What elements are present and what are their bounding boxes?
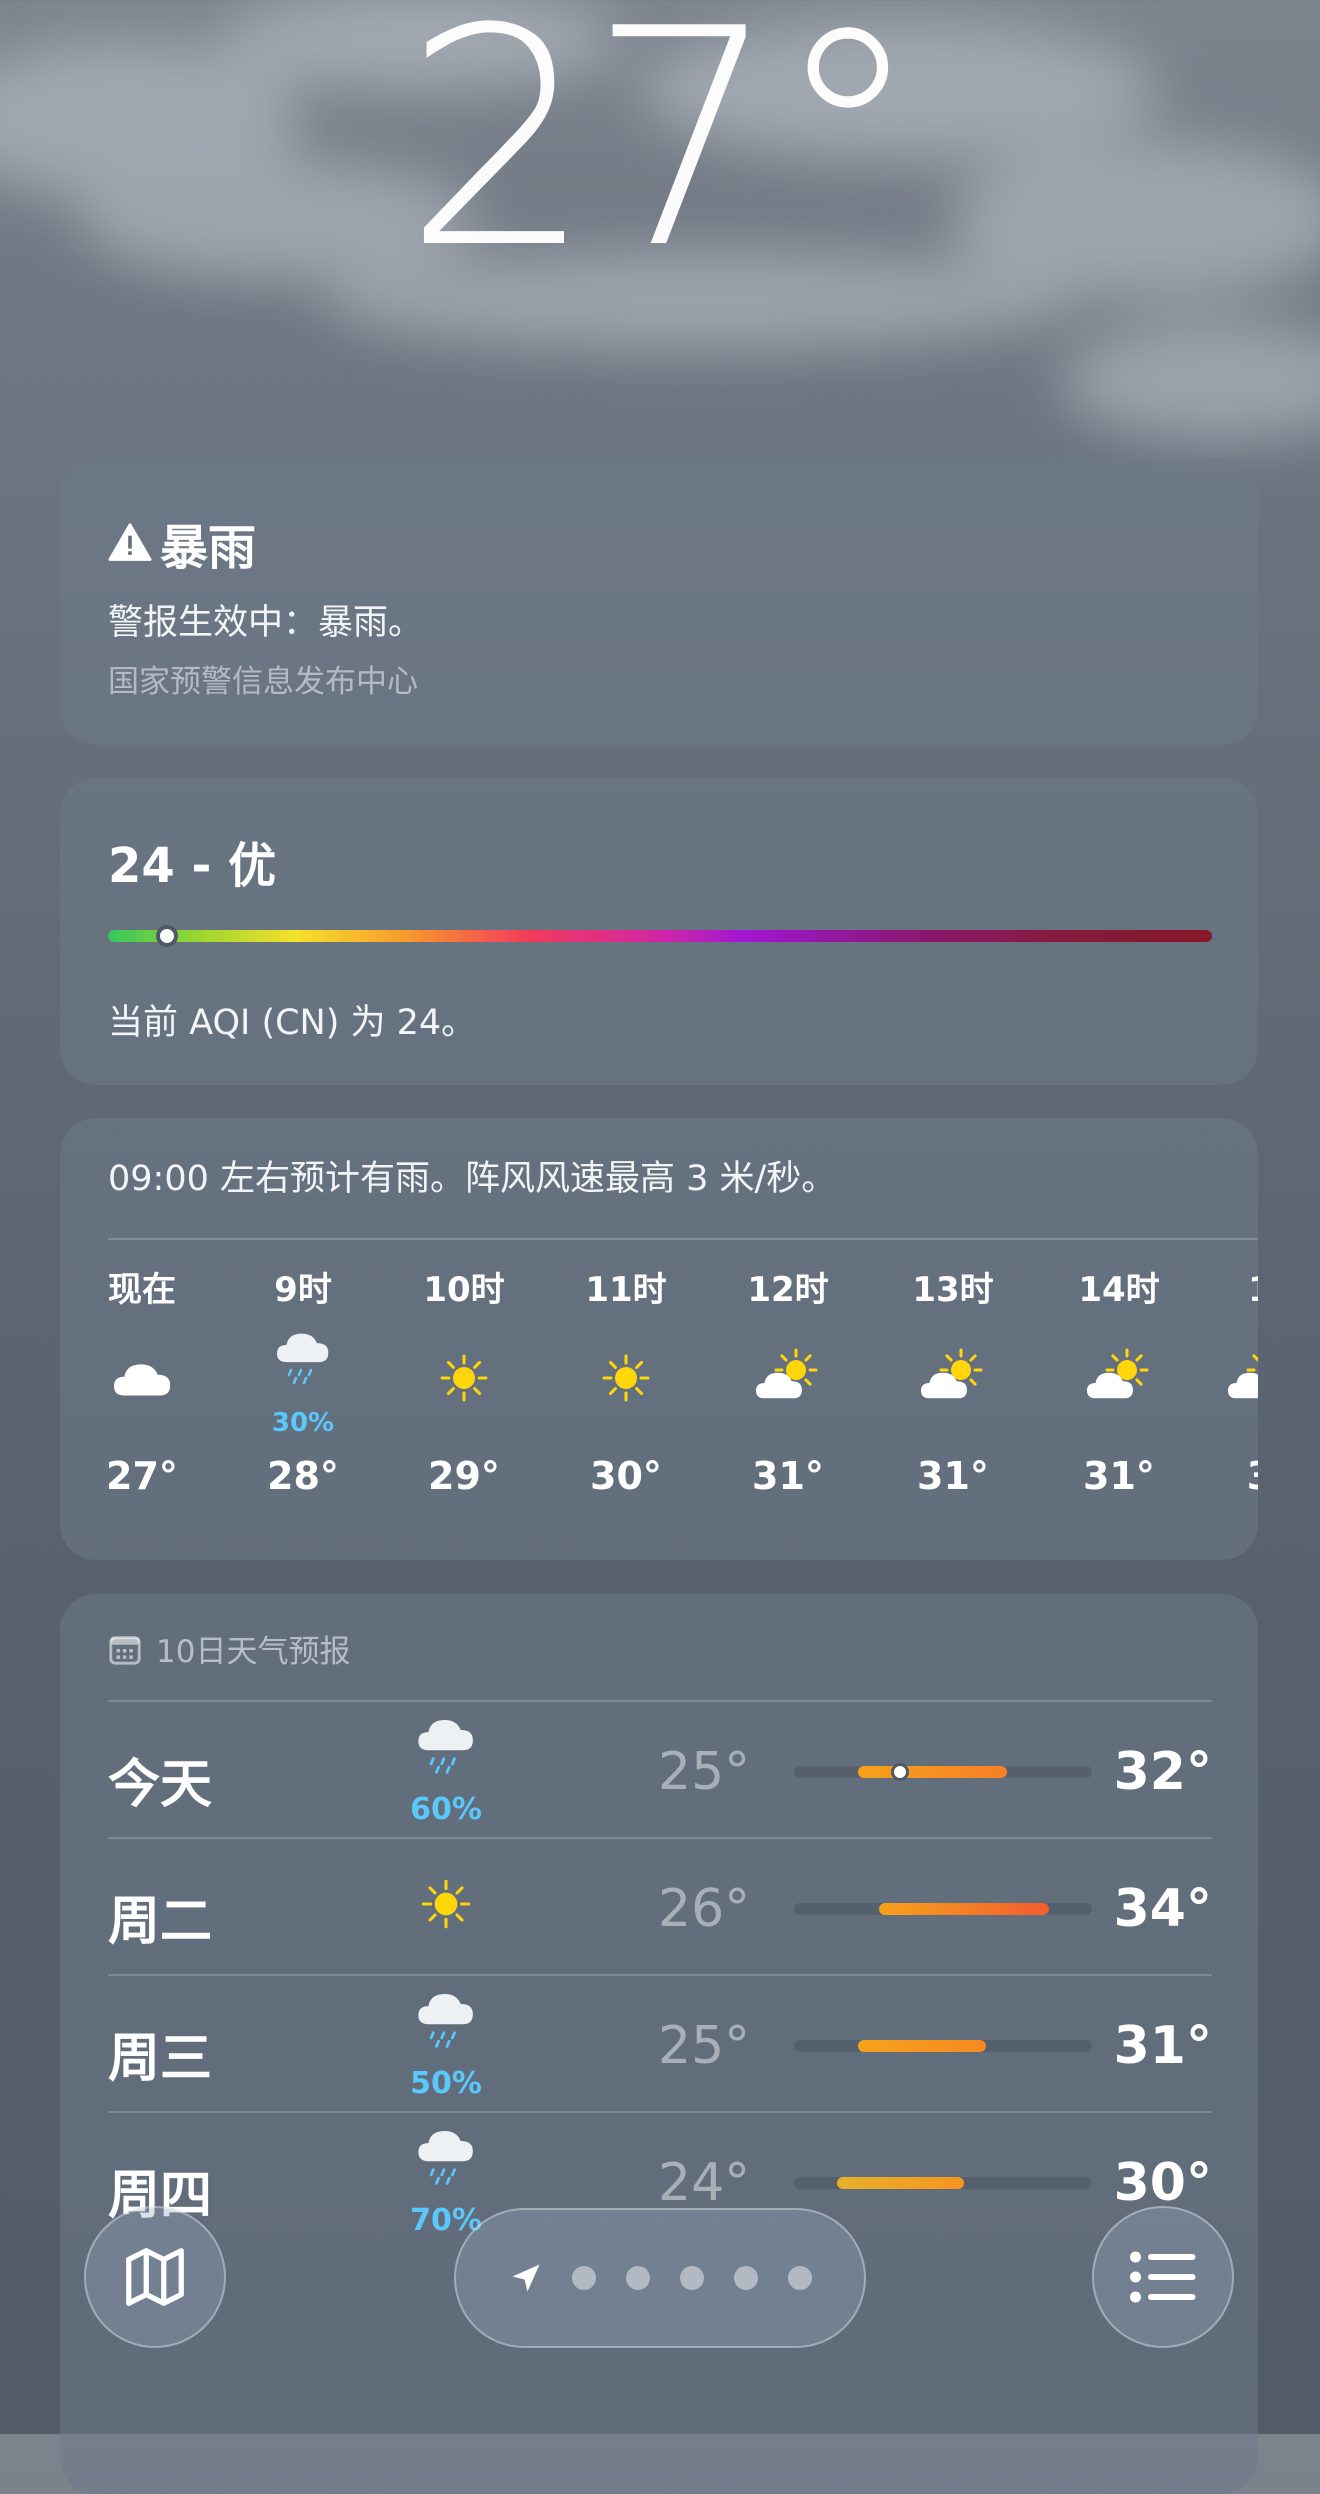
map-icon xyxy=(126,2248,184,2306)
list-icon xyxy=(1130,2251,1196,2303)
hour-temperature: 29° xyxy=(428,1454,500,1498)
temperature-range-fill xyxy=(857,1766,1007,1778)
partly-sunny-icon xyxy=(1087,1348,1149,1399)
page-dots xyxy=(572,2266,812,2290)
calendar-icon xyxy=(109,1635,141,1665)
page-dot[interactable] xyxy=(572,2266,596,2290)
cloud-rain-icon xyxy=(418,1719,473,1774)
hour-temperature: 31° xyxy=(752,1454,824,1498)
current-temperature: 27° xyxy=(403,0,923,314)
aqi-title: 24 - 优 xyxy=(108,838,277,894)
hour-label: 现在 xyxy=(108,1270,176,1310)
page-dot[interactable] xyxy=(788,2266,812,2290)
severe-weather-alert-card[interactable]: 暴雨 警报生效中：暴雨。 国家预警信息发布中心 xyxy=(60,458,1258,745)
temperature-range-fill xyxy=(836,2177,965,2189)
hourly-summary: 09:00 左右预计有雨。阵风风速最高 3 米/秒。 xyxy=(108,1159,837,1199)
hour-label: 1 xyxy=(1185,1268,1258,1312)
precipitation-chance: 30% xyxy=(271,1408,335,1438)
partly-sunny-icon xyxy=(1228,1354,1258,1399)
daily-header-label: 10日天气预报 xyxy=(156,1634,351,1670)
hourly-item: 14时 31° xyxy=(1044,1268,1194,1498)
temperature-range-bar xyxy=(794,1763,1092,1781)
low-temperature: 24° xyxy=(658,2153,751,2213)
location-page-indicator[interactable] xyxy=(454,2208,866,2348)
hourly-forecast-card[interactable]: 09:00 左右预计有雨。阵风风速最高 3 米/秒。 现在 27° 9时 30% 28… xyxy=(60,1118,1258,1560)
cloud-rain-icon xyxy=(418,1993,473,2048)
temperature-range-bar xyxy=(794,2177,1092,2189)
hourly-item: 13时 31° xyxy=(878,1268,1028,1498)
precipitation-chance: 60% xyxy=(410,1792,482,1827)
daily-row[interactable]: 周二 26° 34° xyxy=(108,1837,1212,1975)
temperature-range-bar xyxy=(794,2040,1092,2052)
daily-row[interactable]: 周三 50% 25° 31° xyxy=(108,1974,1212,2112)
alert-source: 国家预警信息发布中心 xyxy=(108,664,418,700)
alert-message: 警报生效中：暴雨。 xyxy=(108,603,424,643)
cloud-rain-icon xyxy=(418,2130,473,2185)
hour-label: 10时 xyxy=(423,1270,505,1310)
temperature-range-fill xyxy=(879,1903,1050,1915)
hourly-item: 12时 31° xyxy=(713,1268,863,1498)
cloud-rain-icon xyxy=(277,1333,329,1385)
low-temperature: 25° xyxy=(658,2016,751,2076)
temperature-range-fill xyxy=(857,2040,986,2052)
hour-label: 11时 xyxy=(585,1270,667,1310)
hour-temperature: 3 xyxy=(1185,1454,1258,1498)
high-temperature: 32° xyxy=(1113,1742,1212,1802)
day-name: 周二 xyxy=(108,1892,213,1952)
low-temperature: 26° xyxy=(658,1879,751,1939)
page-dot[interactable] xyxy=(680,2266,704,2290)
page-dot[interactable] xyxy=(626,2266,650,2290)
alert-title: 暴雨 xyxy=(160,520,257,576)
high-temperature: 31° xyxy=(1113,2016,1212,2076)
partly-sunny-icon xyxy=(756,1348,818,1399)
high-temperature: 34° xyxy=(1113,1879,1212,1939)
hour-temperature: 31° xyxy=(917,1454,989,1498)
day-name: 周三 xyxy=(108,2029,213,2089)
day-name: 今天 xyxy=(108,1755,213,1815)
aqi-scale-bar xyxy=(108,925,1212,947)
hourly-item: 现在 27° xyxy=(67,1268,217,1498)
hourly-item: 9时 30% 28° xyxy=(228,1268,378,1498)
daily-row[interactable]: 今天 60% 25° 32° xyxy=(108,1700,1212,1838)
hour-label: 14时 xyxy=(1078,1270,1160,1310)
sun-icon xyxy=(602,1354,650,1402)
ten-day-forecast-card[interactable]: 10日天气预报 今天 60% 25° 32° 周二 26° 34° 周三 50% 25° 31°… xyxy=(60,1594,1258,2494)
location-list-button[interactable] xyxy=(1092,2206,1234,2348)
hourly-item: 10时 29° xyxy=(389,1268,539,1498)
hour-temperature: 27° xyxy=(106,1454,178,1498)
warning-triangle-icon xyxy=(108,523,152,561)
air-quality-card[interactable]: 24 - 优 当前 AQI (CN) 为 24。 xyxy=(60,778,1258,1085)
low-temperature: 25° xyxy=(658,1742,751,1802)
hour-label: 9时 xyxy=(274,1270,332,1310)
hour-label: 13时 xyxy=(912,1270,994,1310)
precipitation-chance: 50% xyxy=(410,2066,482,2101)
cloud-icon xyxy=(114,1364,171,1396)
hour-temperature: 31° xyxy=(1083,1454,1155,1498)
partly-sunny-icon xyxy=(921,1348,983,1399)
sun-icon xyxy=(440,1354,488,1402)
hour-temperature: 28° xyxy=(267,1454,339,1498)
aqi-description: 当前 AQI (CN) 为 24。 xyxy=(108,1003,477,1043)
aqi-indicator xyxy=(155,925,178,947)
page-dot[interactable] xyxy=(734,2266,758,2290)
divider xyxy=(108,1238,1258,1240)
sun-icon xyxy=(421,1879,471,1929)
high-temperature: 30° xyxy=(1113,2153,1212,2213)
current-temp-marker xyxy=(891,1763,910,1781)
hour-label: 12时 xyxy=(747,1270,829,1310)
map-button[interactable] xyxy=(84,2206,226,2348)
hourly-item: 13 xyxy=(1185,1268,1258,1498)
hourly-item: 11时 30° xyxy=(551,1268,701,1498)
temperature-range-bar xyxy=(794,1903,1092,1915)
hour-temperature: 30° xyxy=(590,1454,662,1498)
location-arrow-icon xyxy=(512,2264,540,2292)
